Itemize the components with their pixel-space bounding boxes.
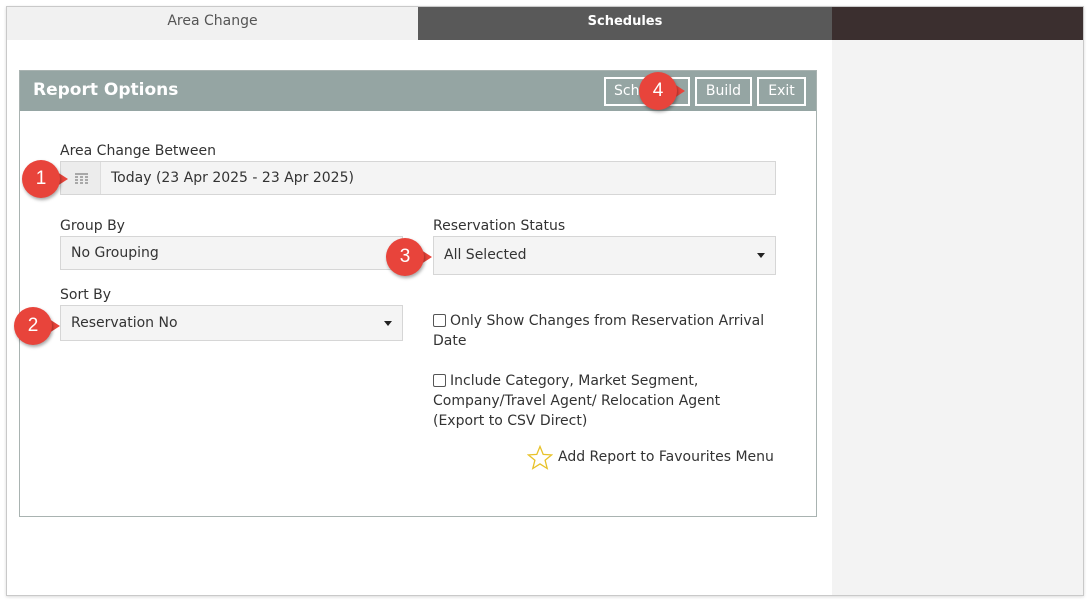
panel-header: Report Options Schedule Build Exit <box>20 71 816 111</box>
sort-by-value: Reservation No <box>71 315 178 331</box>
sort-by-select[interactable]: Reservation No <box>60 305 403 341</box>
date-range-value: Today (23 Apr 2025 - 23 Apr 2025) <box>111 170 354 186</box>
include-category-label: Include Category, Market Segment, Compan… <box>433 373 721 429</box>
favourites-label: Add Report to Favourites Menu <box>558 449 774 465</box>
tab-area-change[interactable]: Area Change <box>7 7 418 40</box>
date-range-label: Area Change Between <box>60 143 216 159</box>
group-by-value: No Grouping <box>71 245 159 261</box>
only-show-changes-label: Only Show Changes from Reservation Arriv… <box>433 313 765 349</box>
star-icon[interactable] <box>527 445 553 471</box>
report-options-panel: Report Options Schedule Build Exit Area … <box>19 70 817 517</box>
app-window: Area Change Schedules Report Options Sch… <box>6 6 1084 596</box>
reservation-status-label: Reservation Status <box>433 218 566 234</box>
callout-number: 1 <box>35 168 47 189</box>
include-category-checkbox[interactable] <box>433 374 446 387</box>
reservation-status-select[interactable]: All Selected <box>433 236 776 275</box>
callout-1: 1 <box>22 160 68 204</box>
panel-title: Report Options <box>33 80 179 100</box>
group-by-select[interactable]: No Grouping <box>60 236 403 270</box>
group-by-label: Group By <box>60 218 125 234</box>
caret-down-icon <box>757 253 765 258</box>
callout-4: 4 <box>639 72 685 116</box>
only-show-changes-checkbox[interactable] <box>433 314 446 327</box>
build-button[interactable]: Build <box>695 77 752 106</box>
reservation-status-value: All Selected <box>444 247 527 263</box>
right-side-panel <box>832 40 1083 595</box>
callout-number: 3 <box>399 246 411 267</box>
include-category-option[interactable]: Include Category, Market Segment, Compan… <box>433 371 733 431</box>
callout-2: 2 <box>14 307 60 351</box>
exit-button[interactable]: Exit <box>757 77 806 106</box>
tab-bar-filler <box>832 7 1083 40</box>
date-range-field[interactable]: Today (23 Apr 2025 - 23 Apr 2025) <box>60 161 776 195</box>
tab-schedules[interactable]: Schedules <box>418 7 832 40</box>
callout-number: 4 <box>652 80 664 101</box>
callout-number: 2 <box>27 315 39 336</box>
caret-down-icon <box>384 321 392 326</box>
only-show-changes-option[interactable]: Only Show Changes from Reservation Arriv… <box>433 311 783 351</box>
callout-3: 3 <box>386 238 432 282</box>
sort-by-label: Sort By <box>60 287 112 303</box>
tab-bar: Area Change Schedules <box>7 7 1083 40</box>
